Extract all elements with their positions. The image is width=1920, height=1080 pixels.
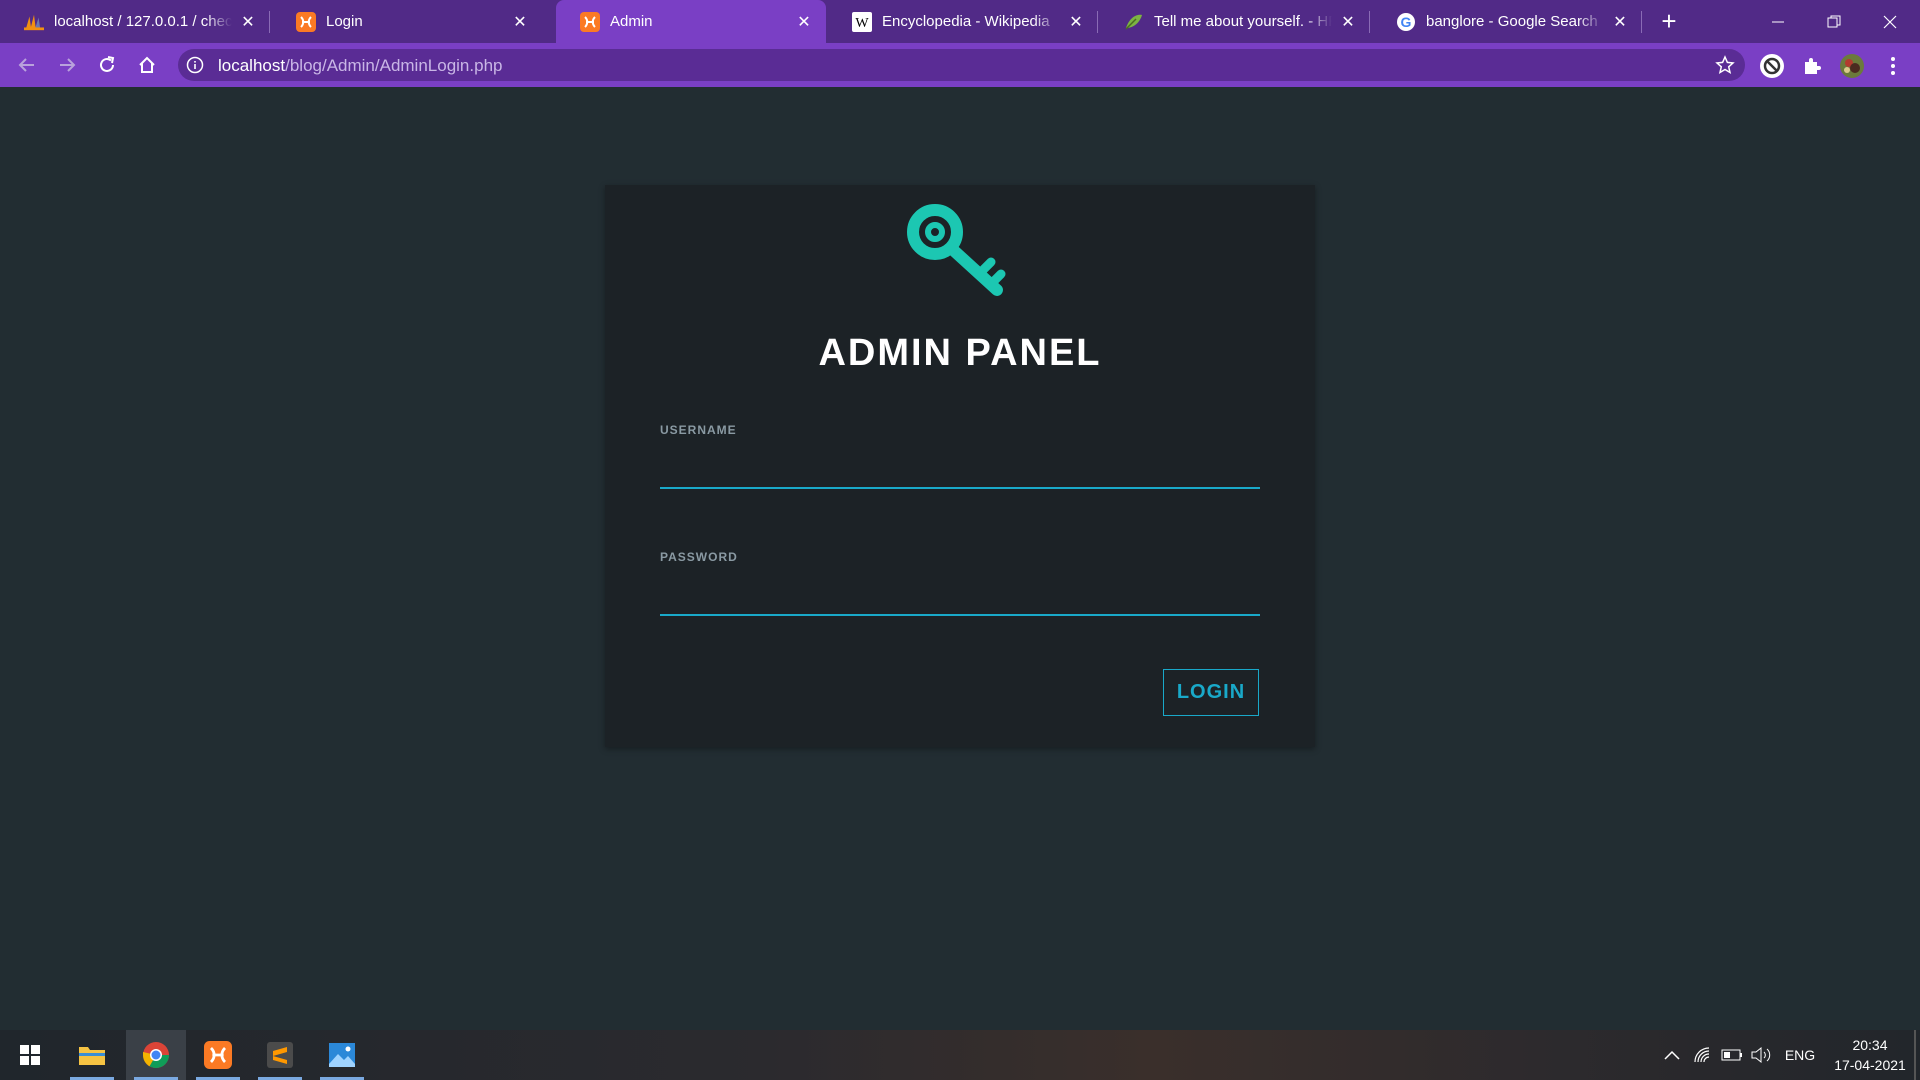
kebab-menu-icon <box>1891 57 1895 75</box>
tab-admin[interactable]: Admin ✕ <box>556 0 826 43</box>
back-button[interactable] <box>12 50 42 80</box>
close-tab-icon[interactable]: ✕ <box>510 12 530 32</box>
avatar-icon <box>1840 54 1864 78</box>
profile-avatar-button[interactable] <box>1839 53 1865 79</box>
close-icon <box>1883 15 1897 28</box>
windows-logo-icon <box>20 1045 40 1065</box>
folder-icon <box>79 1047 105 1065</box>
svg-text:G: G <box>1401 14 1412 30</box>
taskbar-file-explorer[interactable] <box>62 1030 122 1080</box>
photos-icon <box>329 1043 355 1067</box>
extensions-button[interactable] <box>1799 53 1825 79</box>
tab-google-search[interactable]: G banglore - Google Search ✕ <box>1372 0 1642 43</box>
url-path: /blog/Admin/AdminLogin.php <box>285 56 503 75</box>
tab-title: Login <box>326 13 363 30</box>
bookmark-star-icon[interactable] <box>1715 55 1735 75</box>
start-button[interactable] <box>0 1030 60 1080</box>
phpmyadmin-icon <box>24 12 44 32</box>
arrow-left-icon <box>18 58 34 72</box>
leaf-icon <box>1124 12 1144 32</box>
xampp-icon <box>204 1041 232 1069</box>
taskbar-chrome[interactable] <box>126 1030 186 1080</box>
close-tab-icon[interactable]: ✕ <box>1066 12 1086 32</box>
reload-button[interactable] <box>92 50 122 80</box>
chevron-up-icon <box>1664 1050 1680 1060</box>
password-input[interactable] <box>660 582 1260 616</box>
sublime-text-icon <box>267 1042 293 1068</box>
new-tab-button[interactable]: + <box>1655 8 1683 36</box>
info-icon[interactable] <box>186 56 204 74</box>
chrome-icon <box>142 1042 170 1069</box>
taskbar-clock[interactable]: 20:34 17-04-2021 <box>1828 1035 1912 1075</box>
tab-title: Admin <box>610 13 653 30</box>
puzzle-icon <box>1805 58 1821 74</box>
home-icon <box>139 56 155 73</box>
extension-avatar-button[interactable] <box>1759 53 1785 79</box>
tab-title: Encyclopedia - Wikipedia <box>882 13 1050 30</box>
password-label: PASSWORD <box>660 550 738 564</box>
sync-extension-icon <box>1760 54 1784 78</box>
tab-hr-interview[interactable]: Tell me about yourself. - HR I ✕ <box>1100 0 1370 43</box>
taskbar-sublime-text[interactable] <box>250 1030 310 1080</box>
wikipedia-icon: W <box>852 11 872 32</box>
minimize-button[interactable] <box>1750 0 1806 43</box>
forward-button[interactable] <box>52 50 82 80</box>
browser-menu-button[interactable] <box>1880 53 1906 79</box>
xampp-icon <box>580 11 600 32</box>
tab-strip: localhost / 127.0.0.1 / check / ✕ Login … <box>0 0 1920 43</box>
battery-icon <box>1721 1049 1742 1061</box>
username-input[interactable] <box>660 455 1260 489</box>
restore-icon <box>1827 15 1841 27</box>
speaker-icon <box>1751 1046 1771 1064</box>
taskbar-photos[interactable] <box>312 1030 372 1080</box>
url-text[interactable]: localhost/blog/Admin/AdminLogin.php <box>218 56 502 76</box>
windows-taskbar: ENG 20:34 17-04-2021 <box>0 1030 1920 1080</box>
wifi-icon <box>1694 1047 1710 1063</box>
page-title: ADMIN PANEL <box>818 332 1102 374</box>
close-tab-icon[interactable]: ✕ <box>1610 12 1630 32</box>
minimize-icon <box>1772 21 1784 22</box>
clock-date: 17-04-2021 <box>1834 1057 1906 1073</box>
login-button[interactable]: LOGIN <box>1163 669 1259 716</box>
close-window-button[interactable] <box>1862 0 1918 43</box>
reload-icon <box>100 56 115 72</box>
arrow-right-icon <box>60 58 76 72</box>
tab-title: Tell me about yourself. - HR I <box>1154 13 1332 30</box>
xampp-icon <box>296 11 316 32</box>
tab-phpmyadmin[interactable]: localhost / 127.0.0.1 / check / ✕ <box>0 0 270 43</box>
username-label: USERNAME <box>660 423 737 437</box>
close-tab-icon[interactable]: ✕ <box>794 12 814 32</box>
show-hidden-icons-button[interactable] <box>1660 1030 1684 1080</box>
tab-wikipedia[interactable]: W Encyclopedia - Wikipedia ✕ <box>828 0 1098 43</box>
tab-title: localhost / 127.0.0.1 / check / <box>54 13 232 30</box>
language-indicator: ENG <box>1784 1047 1816 1063</box>
show-desktop-button[interactable] <box>1914 1030 1916 1080</box>
address-bar[interactable]: localhost/blog/Admin/AdminLogin.php <box>178 49 1745 81</box>
tab-login[interactable]: Login ✕ <box>272 0 542 43</box>
tab-title: banglore - Google Search <box>1426 13 1598 30</box>
input-language-button[interactable]: ENG <box>1780 1030 1820 1080</box>
google-icon: G <box>1396 12 1416 32</box>
restore-button[interactable] <box>1806 0 1862 43</box>
volume-button[interactable] <box>1748 1030 1774 1080</box>
svg-text:W: W <box>855 16 869 31</box>
battery-button[interactable] <box>1719 1030 1745 1080</box>
close-tab-icon[interactable]: ✕ <box>1338 12 1358 32</box>
network-button[interactable] <box>1690 1030 1716 1080</box>
key-icon <box>907 204 1006 296</box>
close-tab-icon[interactable]: ✕ <box>238 12 258 32</box>
clock-time: 20:34 <box>1852 1037 1888 1053</box>
login-card: ADMIN PANEL USERNAME PASSWORD LOGIN <box>605 185 1315 747</box>
url-host: localhost <box>218 56 286 75</box>
browser-toolbar: localhost/blog/Admin/AdminLogin.php <box>0 43 1920 87</box>
taskbar-xampp[interactable] <box>188 1030 248 1080</box>
home-button[interactable] <box>132 50 162 80</box>
